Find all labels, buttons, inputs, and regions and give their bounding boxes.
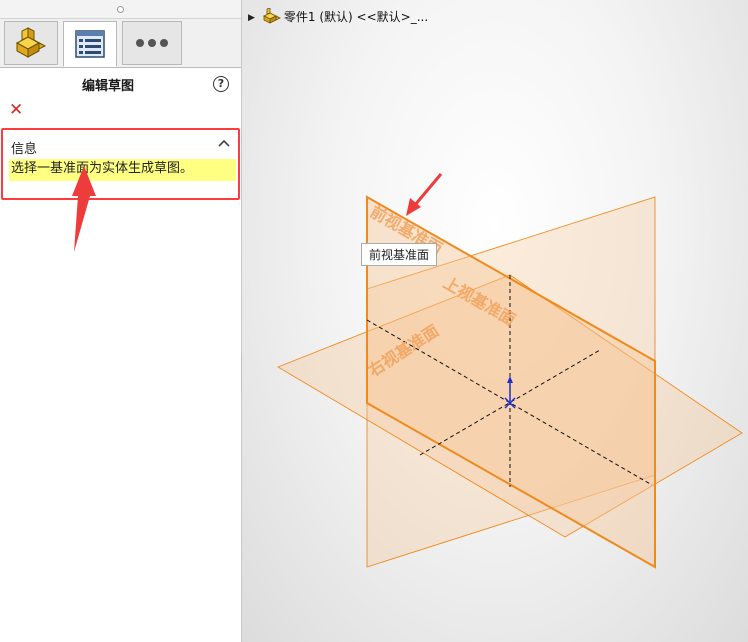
tree-root-label: 零件1 (默认) <<默认>_...: [283, 10, 429, 24]
plane-scene: 前视基准面 上视基准面 右视基准面: [72, 166, 743, 569]
annotation-arrow: [406, 173, 443, 216]
annotation-arrow: [72, 166, 96, 252]
expand-triangle-icon[interactable]: ▶: [248, 13, 255, 23]
plane-tooltip: 前视基准面: [361, 243, 438, 266]
part-icon: [263, 7, 281, 27]
feature-tree-root[interactable]: ▶ 零件1 (默认) <<默认>_...: [248, 7, 429, 27]
